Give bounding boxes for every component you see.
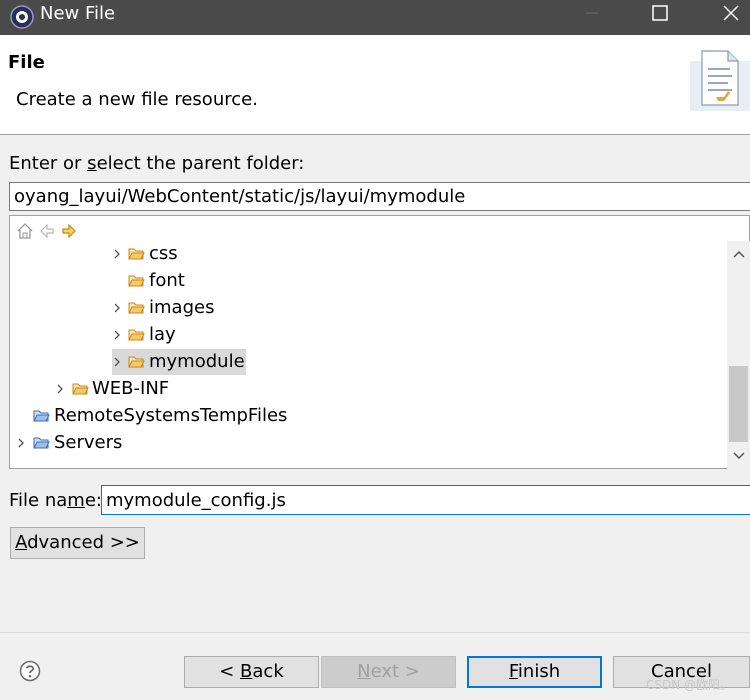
tree-item-label: images [149,297,215,318]
chevron-right-icon[interactable] [112,249,122,259]
file-name-input[interactable] [101,485,750,515]
tree-item-mymodule[interactable]: mymodule [10,349,710,375]
scroll-down-icon[interactable] [733,451,745,461]
minimize-icon [586,12,598,14]
tree-item-font[interactable]: font [10,268,710,294]
name-label-rest: e: [84,490,102,511]
parent-folder-input[interactable] [9,182,750,211]
footer-separator [0,632,750,633]
name-label-part: File na [9,490,68,511]
title-bar: New File [0,0,750,35]
maximize-icon [652,5,668,21]
advanced-button[interactable]: Advanced >> [10,527,145,559]
new-file-banner-icon [690,50,750,111]
eclipse-app-icon [10,5,34,29]
folder-icon [128,275,145,287]
tree-item-label: lay [149,324,176,345]
wizard-header: File Create a new file resource. [0,35,750,135]
back-label: ack [252,661,284,682]
tree-item-images[interactable]: images [10,295,710,321]
folder-tree[interactable]: css font images lay mymodule WEB-INF Rem… [9,215,750,469]
chevron-right-icon[interactable] [112,303,122,313]
back-accel: B [240,661,253,682]
parent-label-part: Enter or [9,153,88,174]
tree-item-lay[interactable]: lay [10,322,710,348]
forward-arrow-icon[interactable] [60,222,78,240]
next-button[interactable]: Next > [321,656,456,688]
close-button[interactable] [696,0,750,35]
tree-item-label: Servers [54,432,123,453]
tree-item-remote-systems[interactable]: RemoteSystemsTempFiles [10,403,710,429]
minimize-button[interactable] [560,0,624,35]
tree-item-web-inf[interactable]: WEB-INF [10,376,710,402]
tree-item-css[interactable]: css [10,241,710,267]
close-icon [723,5,739,21]
file-name-label: File name: [9,490,102,511]
back-prefix: < [219,661,241,682]
tree-item-servers[interactable]: Servers [10,430,710,456]
window-title: New File [40,3,116,24]
folder-icon [128,356,145,368]
tree-scrollbar[interactable] [727,241,750,469]
tree-item-label: RemoteSystemsTempFiles [54,405,288,426]
chevron-right-icon[interactable] [112,357,122,367]
back-button[interactable]: < Back [184,656,319,688]
project-folder-icon [33,410,50,422]
folder-icon [128,248,145,260]
scroll-up-icon[interactable] [733,249,745,259]
back-arrow-icon[interactable] [38,222,56,240]
tree-item-label: mymodule [149,351,245,372]
advanced-label: dvanced >> [27,532,140,553]
tree-item-label: css [149,243,178,264]
finish-button[interactable]: Finish [467,656,602,688]
help-icon[interactable] [19,660,41,682]
project-folder-icon [33,437,50,449]
advanced-accel: A [15,532,28,553]
parent-folder-label: Enter or select the parent folder: [9,153,304,174]
tree-item-label: font [149,270,185,291]
scrollbar-thumb[interactable] [729,366,748,442]
folder-icon [128,302,145,314]
page-title: File [8,52,45,73]
maximize-button[interactable] [628,0,692,35]
folder-icon [72,383,89,395]
parent-label-accel: s [87,153,97,174]
finish-accel: F [508,661,518,682]
chevron-right-icon[interactable] [112,330,122,340]
next-label: ext > [370,661,420,682]
finish-label: inish [517,661,561,682]
folder-icon [128,329,145,341]
chevron-right-icon[interactable] [55,384,65,394]
chevron-right-icon[interactable] [16,438,26,448]
parent-label-rest: elect the parent folder: [96,153,305,174]
home-icon[interactable] [16,222,34,240]
page-description: Create a new file resource. [16,89,258,110]
tree-item-label: WEB-INF [92,378,170,399]
next-accel: N [357,661,371,682]
name-label-accel: m [67,490,85,511]
watermark: CSDN @欧阳。 [646,678,733,692]
